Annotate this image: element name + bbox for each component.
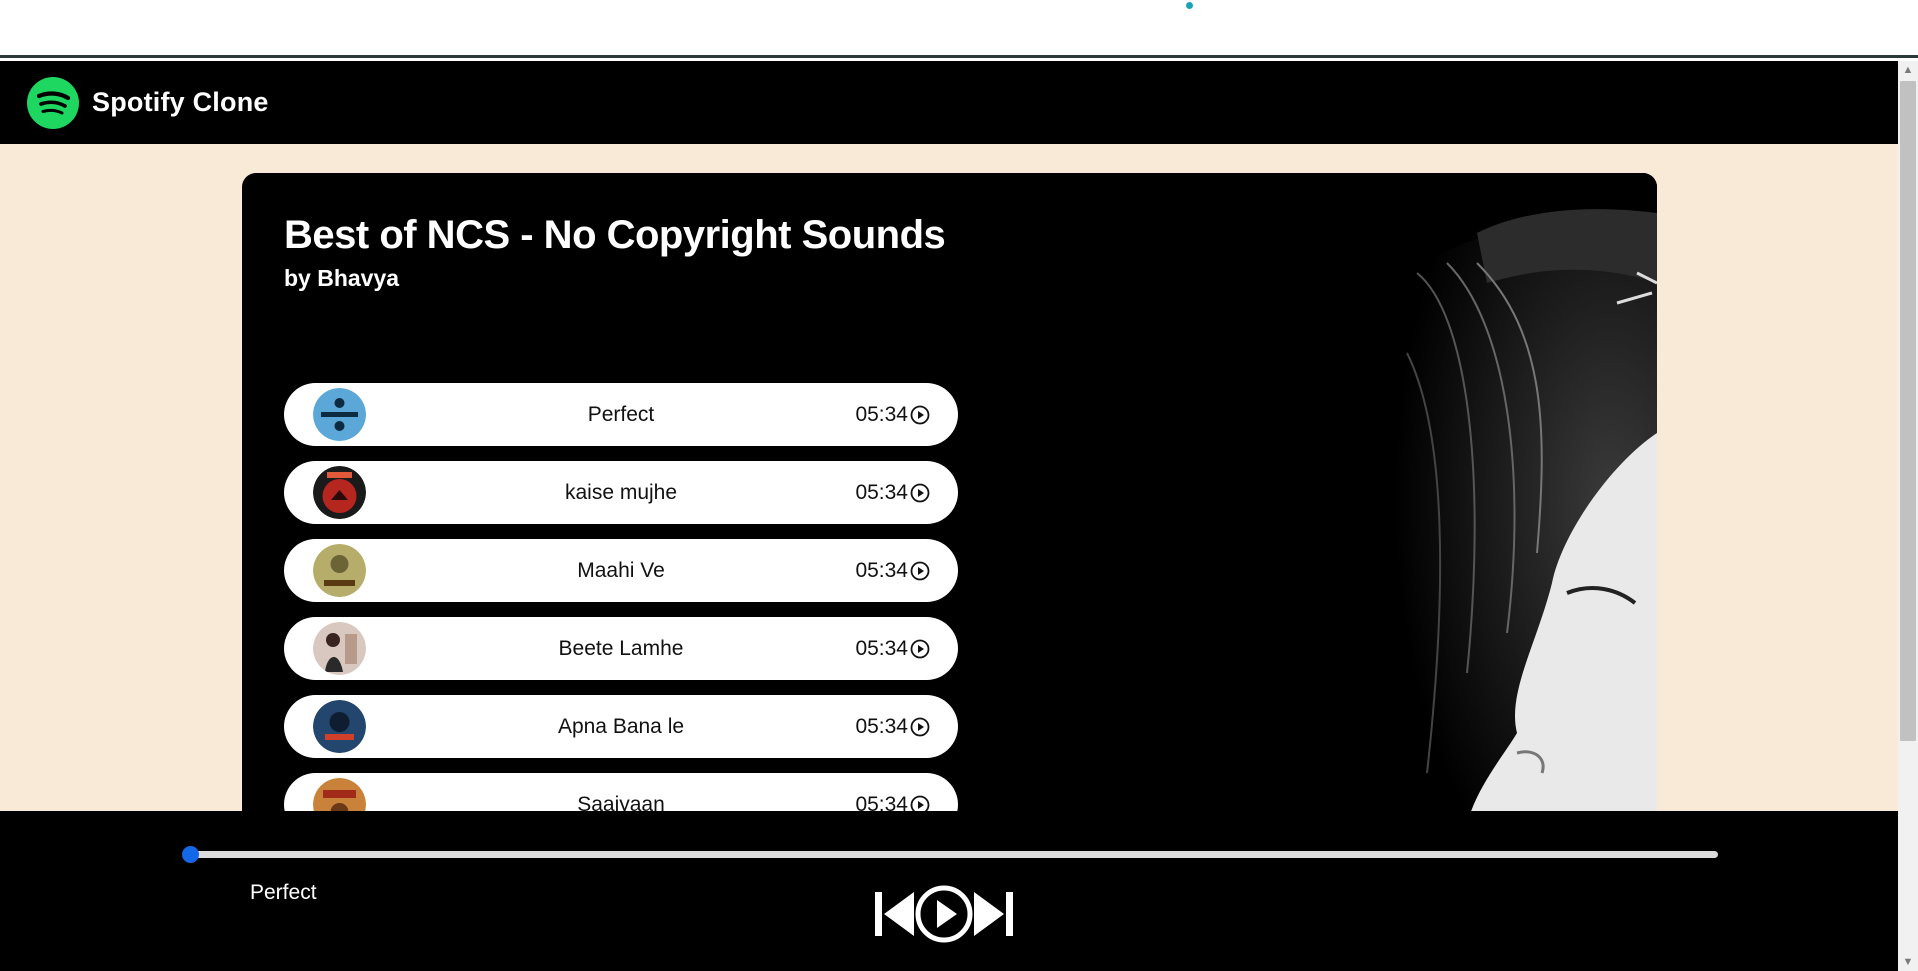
scroll-down-icon[interactable]: ▼	[1898, 953, 1918, 971]
play-circle-icon[interactable]	[910, 405, 930, 425]
song-item[interactable]: Beete Lamhe 05:34	[284, 617, 958, 680]
next-icon[interactable]	[974, 890, 1014, 938]
progress-bar[interactable]	[186, 851, 1718, 858]
song-list: Perfect 05:34 kaise mujhe 05:34 Maahi Ve…	[284, 383, 958, 811]
progress-thumb[interactable]	[182, 846, 199, 863]
spotify-logo-icon[interactable]	[27, 76, 79, 129]
song-duration: 05:34	[855, 715, 908, 738]
playlist-card: Best of NCS - No Copyright Sounds by Bha…	[242, 173, 1657, 811]
playback-controls	[874, 884, 1014, 944]
song-duration: 05:34	[855, 793, 908, 811]
song-item[interactable]: Apna Bana le 05:34	[284, 695, 958, 758]
scroll-up-icon[interactable]: ▲	[1898, 61, 1918, 79]
song-item[interactable]: kaise mujhe 05:34	[284, 461, 958, 524]
play-circle-icon[interactable]	[910, 561, 930, 581]
song-duration: 05:34	[855, 403, 908, 426]
navbar: Spotify Clone	[0, 61, 1898, 144]
song-duration: 05:34	[855, 559, 908, 582]
loading-indicator	[1186, 2, 1193, 9]
play-circle-icon[interactable]	[910, 795, 930, 811]
playlist-title: Best of NCS - No Copyright Sounds	[284, 213, 946, 257]
browser-top-area	[0, 0, 1918, 58]
song-duration: 05:34	[855, 637, 908, 660]
play-circle-icon[interactable]	[910, 717, 930, 737]
play-circle-icon[interactable]	[910, 483, 930, 503]
player-bar: Perfect	[0, 811, 1898, 971]
main-content: Best of NCS - No Copyright Sounds by Bha…	[0, 144, 1898, 811]
play-circle-icon[interactable]	[910, 639, 930, 659]
app-title: Spotify Clone	[92, 87, 269, 117]
song-item[interactable]: Maahi Ve 05:34	[284, 539, 958, 602]
song-item[interactable]: Perfect 05:34	[284, 383, 958, 446]
song-duration: 05:34	[855, 481, 908, 504]
song-item[interactable]: Saaiyaan 05:34	[284, 773, 958, 811]
previous-icon[interactable]	[874, 890, 914, 938]
play-icon[interactable]	[914, 884, 974, 944]
playlist-author: by Bhavya	[284, 265, 400, 291]
now-playing-title: Perfect	[250, 881, 317, 904]
playlist-artwork	[1217, 173, 1657, 811]
scrollbar[interactable]: ▲ ▼	[1898, 61, 1918, 971]
scrollbar-thumb[interactable]	[1900, 81, 1916, 741]
